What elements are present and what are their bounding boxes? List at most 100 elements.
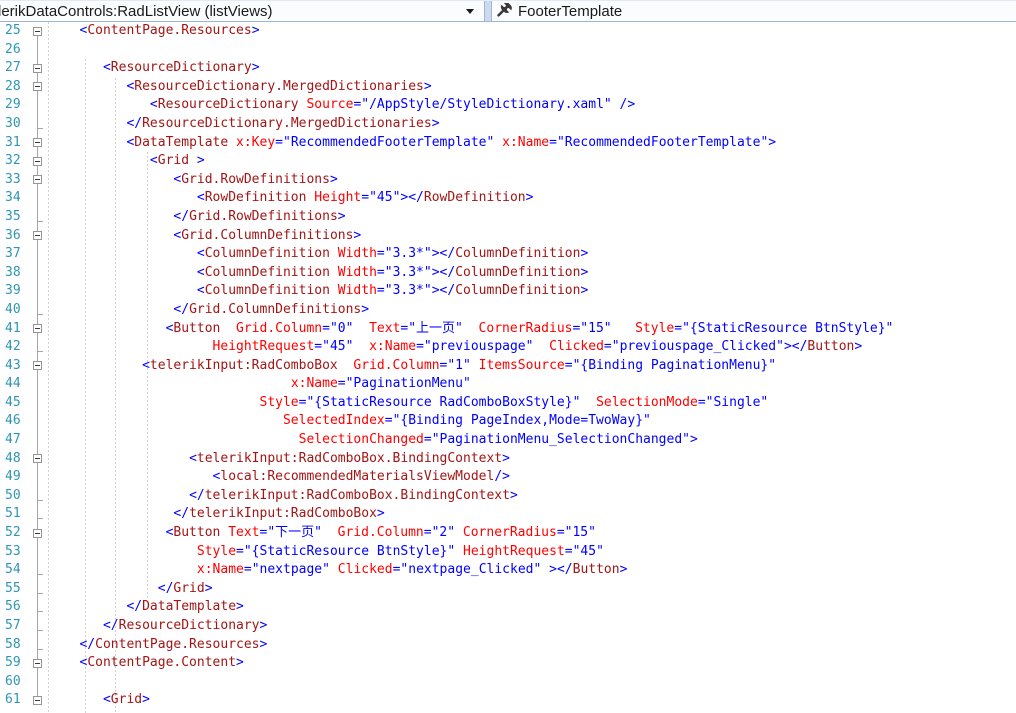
fold-column (30, 450, 56, 469)
line-number: 51 (5, 506, 21, 522)
fold-column (30, 524, 56, 543)
line-number: 26 (5, 41, 21, 57)
chevron-down-icon[interactable] (466, 9, 474, 14)
document-navigation-bar: lerikDataControls:RadListView (listViews… (0, 0, 1016, 22)
line-number: 50 (5, 487, 21, 503)
fold-column (30, 357, 56, 376)
code-text: Style="{StaticResource BtnStyle}" Height… (196, 543, 604, 559)
code-line: 50 </telerikInput:RadComboBox.BindingCon… (0, 487, 1016, 506)
fold-end-tick (37, 630, 43, 631)
fold-toggle-icon[interactable] (33, 695, 42, 705)
code-line: 56 </DataTemplate> (0, 598, 1016, 617)
fold-column (30, 189, 56, 208)
line-number: 61 (5, 692, 21, 708)
fold-toggle-icon[interactable] (33, 528, 42, 538)
code-line: 29 <ResourceDictionary Source="/AppStyle… (0, 96, 1016, 115)
fold-toggle-icon[interactable] (33, 658, 42, 668)
code-line: 26 (0, 41, 1016, 60)
code-line: 41 <Button Grid.Column="0" Text="上一页" Co… (0, 320, 1016, 339)
fold-toggle-icon[interactable] (33, 231, 42, 241)
fold-end-tick (37, 648, 43, 650)
code-line: 58 </ContentPage.Resources> (0, 636, 1016, 655)
fold-toggle-icon[interactable] (33, 82, 42, 92)
code-text: <RowDefinition Height="45"></RowDefiniti… (196, 190, 534, 206)
code-text: SelectedIndex="{Binding PageIndex,Mode=T… (282, 413, 651, 429)
line-number: 31 (5, 134, 21, 150)
line-number: 34 (5, 190, 21, 206)
code-line: 53 Style="{StaticResource BtnStyle}" Hei… (0, 543, 1016, 562)
fold-column (30, 412, 56, 431)
code-line: 32 <Grid > (0, 152, 1016, 171)
fold-toggle-icon[interactable] (33, 454, 42, 464)
code-text: <telerikInput:RadComboBox.BindingContext… (189, 450, 510, 466)
code-text: <local:RecommendedMaterialsViewModel/> (212, 469, 510, 485)
code-text: <ColumnDefinition Width="3.3*"></ColumnD… (196, 246, 589, 262)
code-text: </Grid> (157, 580, 213, 596)
code-text: <DataTemplate x:Key="RecommendedFooterTe… (126, 134, 777, 150)
code-line: 55 </Grid> (0, 580, 1016, 599)
line-number: 44 (5, 376, 21, 392)
line-number: 60 (5, 673, 21, 689)
code-line: 47 SelectionChanged="PaginationMenu_Sele… (0, 431, 1016, 450)
line-number: 43 (5, 357, 21, 373)
fold-toggle-icon[interactable] (33, 138, 42, 148)
code-line: 25 <ContentPage.Resources> (0, 22, 1016, 41)
code-line: 44 x:Name="PaginationMenu" (0, 375, 1016, 394)
code-text: <Grid.ColumnDefinitions> (173, 227, 362, 243)
code-line: 43 <telerikInput:RadComboBox Grid.Column… (0, 357, 1016, 376)
fold-column (30, 301, 56, 320)
code-line: 34 <RowDefinition Height="45"></RowDefin… (0, 189, 1016, 208)
code-line: 54 x:Name="nextpage" Clicked="nextpage_C… (0, 561, 1016, 580)
line-number: 41 (5, 320, 21, 336)
fold-column (30, 636, 56, 655)
fold-column (30, 468, 56, 487)
code-editor[interactable]: 25 <ContentPage.Resources> 26 27 <Resource… (0, 22, 1016, 713)
fold-column (30, 673, 56, 692)
fold-column (30, 152, 56, 171)
code-line: 36 <Grid.ColumnDefinitions> (0, 227, 1016, 246)
fold-toggle-icon[interactable] (33, 324, 42, 333)
element-dropdown[interactable]: lerikDataControls:RadListView (listViews… (0, 1, 485, 21)
fold-column (30, 320, 56, 339)
fold-column (30, 338, 56, 357)
line-number: 52 (5, 525, 21, 541)
line-number: 25 (5, 23, 21, 38)
code-line: 45 Style="{StaticResource RadComboBoxSty… (0, 394, 1016, 413)
fold-column (30, 654, 56, 673)
code-text: <ResourceDictionary Source="/AppStyle/St… (149, 97, 636, 113)
fold-column (30, 505, 56, 524)
line-number: 57 (5, 618, 21, 633)
navbar-divider (485, 1, 492, 21)
fold-toggle-icon[interactable] (33, 175, 42, 185)
line-number: 58 (5, 636, 21, 652)
code-text: <ContentPage.Content> (79, 655, 244, 671)
code-text: SelectionChanged="PaginationMenu_Selecti… (298, 432, 698, 448)
fold-toggle-icon[interactable] (33, 156, 42, 166)
code-text: </telerikInput:RadComboBox> (173, 506, 385, 522)
fold-column (30, 134, 56, 153)
fold-toggle-icon[interactable] (33, 26, 42, 36)
code-line: 35 </Grid.RowDefinitions> (0, 208, 1016, 227)
code-text: </Grid.ColumnDefinitions> (173, 301, 370, 317)
fold-column (30, 22, 56, 41)
fold-end-tick (37, 611, 43, 613)
fold-column (30, 96, 56, 115)
line-number: 36 (5, 227, 21, 243)
fold-column (30, 598, 56, 617)
fold-toggle-icon[interactable] (33, 63, 42, 73)
code-text: </ContentPage.Resources> (79, 636, 268, 652)
fold-column (30, 115, 56, 134)
line-number: 30 (5, 115, 21, 131)
code-line: 49 <local:RecommendedMaterialsViewModel/… (0, 468, 1016, 487)
fold-column (30, 41, 56, 60)
fold-column (30, 282, 56, 301)
fold-end-tick (37, 574, 43, 576)
code-line: 61 <Grid> (0, 691, 1016, 710)
code-text: <telerikInput:RadComboBox Grid.Column="1… (142, 357, 777, 373)
member-dropdown[interactable]: FooterTemplate (492, 1, 1016, 21)
line-number: 37 (5, 246, 21, 262)
member-dropdown-label: FooterTemplate (518, 2, 623, 20)
fold-toggle-icon[interactable] (33, 361, 42, 371)
line-number: 38 (5, 264, 21, 280)
code-line: 38 <ColumnDefinition Width="3.3*"></Colu… (0, 264, 1016, 283)
